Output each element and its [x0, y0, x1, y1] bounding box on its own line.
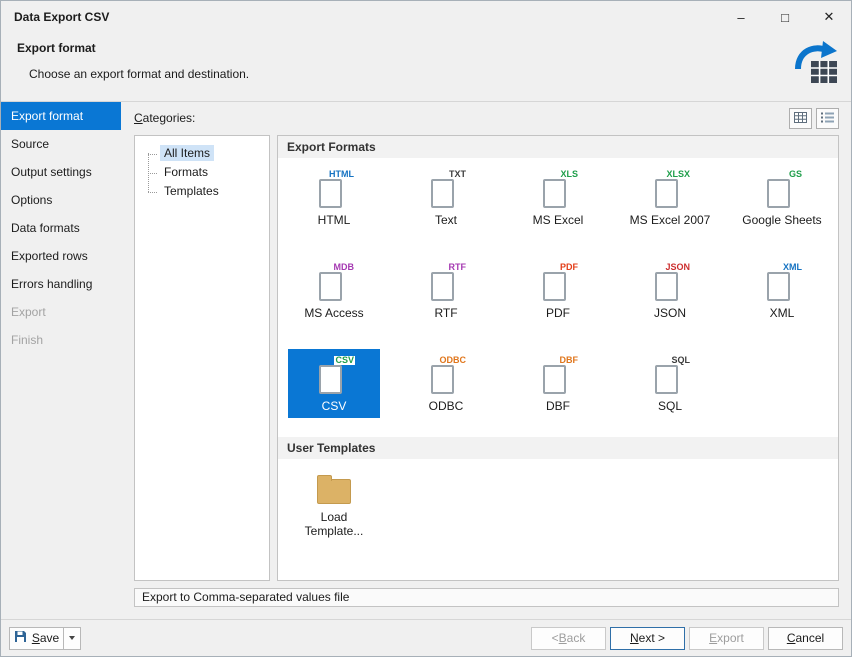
minimize-button[interactable]: –: [719, 1, 763, 33]
format-tile-odbc[interactable]: ODBC ODBC: [390, 344, 502, 437]
main-content: Categories:: [121, 102, 851, 619]
format-tile-label: CSV: [290, 399, 378, 413]
template-tile-load[interactable]: Load Template...: [278, 459, 390, 557]
xls-file-icon: XLS: [540, 170, 576, 208]
sidebar-item-export: Export: [1, 298, 121, 326]
format-tile-csv[interactable]: CSV CSV: [278, 344, 390, 437]
text-file-icon: TXT: [428, 170, 464, 208]
template-tile-label: Load Template...: [301, 510, 367, 538]
view-mode-toolbar: [789, 108, 839, 129]
format-tile-rtf[interactable]: RTF RTF: [390, 251, 502, 344]
sidebar-item-finish: Finish: [1, 326, 121, 354]
sidebar-item-exported-rows[interactable]: Exported rows: [1, 242, 121, 270]
grid-view-icon: [794, 112, 807, 126]
format-tile-json[interactable]: JSON JSON: [614, 251, 726, 344]
sql-file-icon: SQL: [652, 356, 688, 394]
format-tile-label: DBF: [514, 399, 602, 413]
format-tile-text[interactable]: TXT Text: [390, 158, 502, 251]
format-tile-xml[interactable]: XML XML: [726, 251, 838, 344]
sidebar-item-errors-handling[interactable]: Errors handling: [1, 270, 121, 298]
save-split-button: Save: [9, 627, 81, 650]
save-dropdown-button[interactable]: [64, 627, 81, 650]
dbf-file-icon: DBF: [540, 356, 576, 394]
format-tile-label: MS Excel 2007: [626, 213, 714, 227]
export-button: Export: [689, 627, 764, 650]
format-tile-google-sheets[interactable]: GS Google Sheets: [726, 158, 838, 251]
sidebar-item-source[interactable]: Source: [1, 130, 121, 158]
format-tile-label: RTF: [402, 306, 490, 320]
sidebar-item-output-settings[interactable]: Output settings: [1, 158, 121, 186]
user-templates-grid: Load Template...: [278, 459, 838, 557]
tree-item-formats[interactable]: Formats: [146, 163, 269, 182]
window-title: Data Export CSV: [1, 10, 719, 24]
format-tile-pdf[interactable]: PDF PDF: [502, 251, 614, 344]
format-tile-label: JSON: [626, 306, 714, 320]
chevron-down-icon: [69, 636, 75, 640]
list-view-icon: [821, 112, 834, 126]
export-table-icon: [791, 39, 841, 89]
odbc-file-icon: ODBC: [428, 356, 464, 394]
floppy-disk-icon: [14, 630, 27, 646]
json-file-icon: JSON: [652, 263, 688, 301]
tree-item-all-items[interactable]: All Items: [146, 144, 269, 163]
sidebar-item-data-formats[interactable]: Data formats: [1, 214, 121, 242]
details-view-button[interactable]: [816, 108, 839, 129]
save-button-label: Save: [32, 631, 59, 645]
footer-bar: Save < Back Next > Export Cancel: [1, 619, 851, 656]
format-tile-dbf[interactable]: DBF DBF: [502, 344, 614, 437]
status-bar: Export to Comma-separated values file: [134, 588, 839, 607]
mdb-file-icon: MDB: [316, 263, 352, 301]
categories-label: Categories:: [134, 111, 195, 125]
rtf-file-icon: RTF: [428, 263, 464, 301]
format-tile-label: Text: [402, 213, 490, 227]
sidebar-item-export-format[interactable]: Export format: [1, 102, 121, 130]
tree-item-templates[interactable]: Templates: [146, 182, 269, 201]
format-tile-label: MS Access: [290, 306, 378, 320]
format-tile-ms-access[interactable]: MDB MS Access: [278, 251, 390, 344]
csv-file-icon: CSV: [316, 356, 352, 394]
format-tile-label: ODBC: [402, 399, 490, 413]
format-tile-label: HTML: [290, 213, 378, 227]
export-formats-panel: Export Formats HTML HTML: [277, 135, 839, 581]
pdf-file-icon: PDF: [540, 263, 576, 301]
export-formats-grid: HTML HTML TXT Text: [278, 158, 838, 437]
format-tile-label: PDF: [514, 306, 602, 320]
categories-tree: All Items Formats Templates: [134, 135, 270, 581]
html-file-icon: HTML: [316, 170, 352, 208]
next-button[interactable]: Next >: [610, 627, 685, 650]
back-button: < Back: [531, 627, 606, 650]
format-tile-ms-excel-2007[interactable]: XLSX MS Excel 2007: [614, 158, 726, 251]
thumbnails-view-button[interactable]: [789, 108, 812, 129]
format-tile-label: SQL: [626, 399, 714, 413]
data-export-window: Data Export CSV – □ ✕ Export format Choo…: [0, 0, 852, 657]
folder-icon: [317, 479, 351, 504]
wizard-header: Export format Choose an export format an…: [1, 33, 851, 102]
close-button[interactable]: ✕: [807, 1, 851, 33]
save-button[interactable]: Save: [9, 627, 64, 650]
maximize-button[interactable]: □: [763, 1, 807, 33]
format-tile-ms-excel[interactable]: XLS MS Excel: [502, 158, 614, 251]
xml-file-icon: XML: [764, 263, 800, 301]
export-formats-group-header: Export Formats: [278, 136, 838, 158]
format-tile-html[interactable]: HTML HTML: [278, 158, 390, 251]
sidebar-item-options[interactable]: Options: [1, 186, 121, 214]
wizard-steps-sidebar: Export format Source Output settings Opt…: [1, 102, 121, 619]
page-subtitle: Choose an export format and destination.: [29, 67, 249, 81]
cancel-button[interactable]: Cancel: [768, 627, 843, 650]
page-title: Export format: [17, 41, 96, 55]
title-bar: Data Export CSV – □ ✕: [1, 1, 851, 33]
format-tile-label: XML: [738, 306, 826, 320]
google-sheets-file-icon: GS: [764, 170, 800, 208]
user-templates-group-header: User Templates: [278, 437, 838, 459]
xlsx-file-icon: XLSX: [652, 170, 688, 208]
format-tile-sql[interactable]: SQL SQL: [614, 344, 726, 437]
format-tile-label: MS Excel: [514, 213, 602, 227]
format-tile-label: Google Sheets: [738, 213, 826, 227]
